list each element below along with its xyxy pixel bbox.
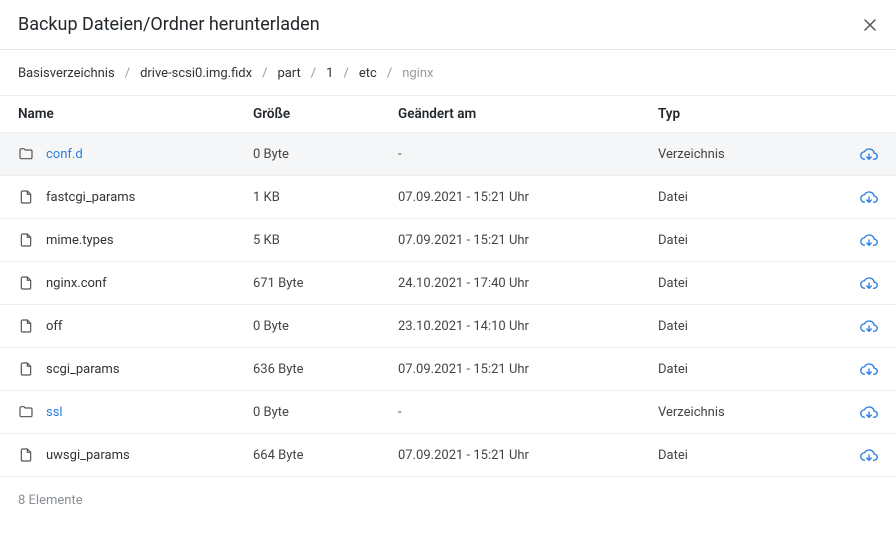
- cell-type: Datei: [658, 276, 848, 291]
- file-name: nginx.conf: [46, 276, 107, 291]
- download-icon[interactable]: [860, 231, 878, 249]
- cell-modified: 07.09.2021 - 15:21 Uhr: [398, 448, 658, 463]
- cell-size: 5 KB: [253, 233, 398, 248]
- file-icon: [18, 361, 34, 377]
- file-name: fastcgi_params: [46, 190, 135, 205]
- table-row[interactable]: nginx.conf 671 Byte24.10.2021 - 17:40 Uhr…: [0, 262, 896, 305]
- file-icon: [18, 232, 34, 248]
- cell-name: conf.d: [18, 146, 253, 162]
- cell-action: [848, 145, 878, 163]
- cell-modified: 24.10.2021 - 17:40 Uhr: [398, 276, 658, 291]
- file-table: Name Größe Geändert am Typ conf.d0 Byte-…: [0, 95, 896, 477]
- header-name[interactable]: Name: [18, 106, 253, 122]
- cell-name: ssl: [18, 404, 253, 420]
- breadcrumb-item[interactable]: part: [277, 66, 300, 81]
- download-icon[interactable]: [860, 145, 878, 163]
- cell-name: uwsgi_params: [18, 447, 253, 463]
- breadcrumb-separator: /: [125, 66, 130, 81]
- download-icon[interactable]: [860, 188, 878, 206]
- table-row[interactable]: ssl 0 Byte-Verzeichnis: [0, 391, 896, 434]
- cell-name: off: [18, 318, 253, 334]
- download-icon[interactable]: [860, 446, 878, 464]
- breadcrumb-separator: /: [262, 66, 267, 81]
- download-icon[interactable]: [860, 317, 878, 335]
- cell-name: nginx.conf: [18, 275, 253, 291]
- cell-action: [848, 231, 878, 249]
- breadcrumb-separator: /: [387, 66, 392, 81]
- cell-modified: -: [398, 405, 658, 420]
- file-icon: [18, 275, 34, 291]
- cell-modified: 07.09.2021 - 15:21 Uhr: [398, 362, 658, 377]
- breadcrumb-item[interactable]: 1: [326, 66, 333, 81]
- file-name: off: [46, 319, 62, 334]
- cell-type: Verzeichnis: [658, 147, 848, 162]
- cell-name: mime.types: [18, 232, 253, 248]
- cell-action: [848, 403, 878, 421]
- breadcrumb-item[interactable]: Basisverzeichnis: [18, 66, 115, 81]
- folder-icon: [18, 146, 34, 162]
- table-header: Name Größe Geändert am Typ: [0, 95, 896, 133]
- file-name[interactable]: ssl: [46, 405, 63, 420]
- cell-action: [848, 188, 878, 206]
- file-icon: [18, 318, 34, 334]
- cell-action: [848, 274, 878, 292]
- dialog-title: Backup Dateien/Ordner herunterladen: [18, 14, 320, 35]
- cell-name: scgi_params: [18, 361, 253, 377]
- cell-name: fastcgi_params: [18, 189, 253, 205]
- cell-modified: -: [398, 147, 658, 162]
- folder-icon: [18, 404, 34, 420]
- file-name: scgi_params: [46, 362, 120, 377]
- cell-modified: 23.10.2021 - 14:10 Uhr: [398, 319, 658, 334]
- download-icon[interactable]: [860, 403, 878, 421]
- breadcrumb-separator: /: [311, 66, 316, 81]
- cell-type: Datei: [658, 448, 848, 463]
- cell-size: 664 Byte: [253, 448, 398, 463]
- breadcrumb: Basisverzeichnis / drive-scsi0.img.fidx / pa…: [0, 50, 896, 95]
- cell-modified: 07.09.2021 - 15:21 Uhr: [398, 190, 658, 205]
- footer-count: 8 Elemente: [0, 477, 896, 524]
- close-icon: [864, 19, 876, 31]
- cell-size: 0 Byte: [253, 147, 398, 162]
- breadcrumb-item: nginx: [402, 66, 433, 81]
- cell-action: [848, 317, 878, 335]
- table-row[interactable]: mime.types 5 KB07.09.2021 - 15:21 UhrDate…: [0, 219, 896, 262]
- cell-size: 636 Byte: [253, 362, 398, 377]
- cell-type: Datei: [658, 190, 848, 205]
- cell-action: [848, 360, 878, 378]
- cell-action: [848, 446, 878, 464]
- download-icon[interactable]: [860, 274, 878, 292]
- file-name: mime.types: [46, 233, 114, 248]
- header-modified[interactable]: Geändert am: [398, 106, 658, 122]
- file-name: uwsgi_params: [46, 448, 130, 463]
- file-icon: [18, 447, 34, 463]
- file-icon: [18, 189, 34, 205]
- cell-size: 0 Byte: [253, 405, 398, 420]
- header-size[interactable]: Größe: [253, 106, 398, 122]
- breadcrumb-separator: /: [343, 66, 348, 81]
- dialog: Backup Dateien/Ordner herunterladen Basi…: [0, 0, 896, 524]
- breadcrumb-item[interactable]: drive-scsi0.img.fidx: [140, 66, 252, 81]
- cell-type: Verzeichnis: [658, 405, 848, 420]
- dialog-header: Backup Dateien/Ordner herunterladen: [0, 0, 896, 49]
- cell-type: Datei: [658, 233, 848, 248]
- cell-type: Datei: [658, 319, 848, 334]
- cell-size: 0 Byte: [253, 319, 398, 334]
- header-action: [848, 106, 878, 122]
- cell-modified: 07.09.2021 - 15:21 Uhr: [398, 233, 658, 248]
- table-body: conf.d0 Byte-Verzeichnisfastcgi_params1 …: [0, 133, 896, 477]
- breadcrumb-item[interactable]: etc: [359, 66, 377, 81]
- download-icon[interactable]: [860, 360, 878, 378]
- table-row[interactable]: scgi_params 636 Byte07.09.2021 - 15:21 Uh…: [0, 348, 896, 391]
- cell-size: 1 KB: [253, 190, 398, 205]
- cell-size: 671 Byte: [253, 276, 398, 291]
- table-row[interactable]: fastcgi_params 1 KB07.09.2021 - 15:21 Uhr…: [0, 176, 896, 219]
- file-name[interactable]: conf.d: [46, 147, 83, 162]
- table-row[interactable]: uwsgi_params 664 Byte07.09.2021 - 15:21 U…: [0, 434, 896, 477]
- header-type[interactable]: Typ: [658, 106, 848, 122]
- cell-type: Datei: [658, 362, 848, 377]
- table-row[interactable]: off 0 Byte23.10.2021 - 14:10 UhrDatei: [0, 305, 896, 348]
- close-button[interactable]: [862, 17, 878, 33]
- table-row[interactable]: conf.d 0 Byte-Verzeichnis: [0, 133, 896, 176]
